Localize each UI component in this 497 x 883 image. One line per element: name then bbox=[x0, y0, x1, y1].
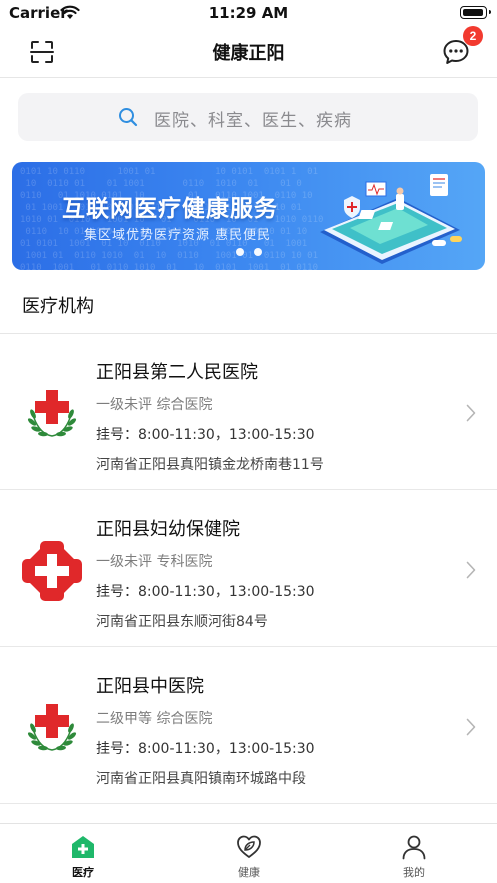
tab-bar: 医疗 健康 我的 bbox=[0, 823, 497, 883]
tab-label: 我的 bbox=[403, 866, 425, 879]
tab-health[interactable]: 健康 bbox=[166, 824, 332, 883]
pagination-dot[interactable] bbox=[236, 248, 244, 256]
banner-title: 互联网医疗健康服务 bbox=[62, 196, 278, 222]
message-badge: 2 bbox=[463, 26, 483, 46]
tab-label: 医疗 bbox=[72, 866, 94, 879]
red-flower-cross-logo bbox=[22, 541, 82, 601]
hospital-hours: 挂号：8:00-11:30，13:00-15:30 bbox=[96, 584, 315, 600]
person-icon bbox=[402, 835, 426, 860]
tab-mine[interactable]: 我的 bbox=[331, 824, 497, 883]
status-time: 11:29 AM bbox=[208, 4, 289, 22]
hospital-name: 正阳县第二人民医院 bbox=[96, 362, 258, 383]
nav-bar: 健康正阳 2 bbox=[0, 26, 497, 78]
red-cross-wreath-logo bbox=[27, 704, 77, 751]
banner-subtitle: 集区域优势医疗资源 惠民便民 bbox=[84, 228, 272, 243]
hospital-level: 一级未评 专科医院 bbox=[96, 554, 213, 570]
heart-leaf-icon bbox=[237, 835, 261, 858]
search-placeholder: 医院、科室、医生、疾病 bbox=[154, 111, 352, 131]
search-icon bbox=[119, 108, 138, 127]
hospital-address: 河南省正阳县东顺河街84号 bbox=[96, 614, 268, 630]
hospital-level: 一级未评 综合医院 bbox=[96, 397, 213, 413]
hospital-name: 正阳县妇幼保健院 bbox=[96, 519, 240, 540]
hospital-list-item[interactable]: 正阳县第二人民医院 一级未评 综合医院 挂号：8:00-11:30，13:00-… bbox=[0, 334, 497, 490]
search-bar[interactable]: 医院、科室、医生、疾病 bbox=[18, 93, 478, 141]
page-title: 健康正阳 bbox=[212, 43, 285, 64]
hospital-list-item[interactable]: 正阳县中医院 二级甲等 综合医院 挂号：8:00-11:30，13:00-15:… bbox=[0, 648, 497, 804]
section-title: 医疗机构 bbox=[22, 296, 94, 317]
red-cross-wreath-logo bbox=[27, 390, 77, 437]
hospital-level: 二级甲等 综合医院 bbox=[96, 711, 213, 727]
chevron-right-icon bbox=[466, 718, 476, 736]
hospital-house-icon bbox=[72, 836, 94, 858]
chevron-right-icon bbox=[466, 404, 476, 422]
hospital-address: 河南省正阳县真阳镇南环城路中段 bbox=[96, 771, 306, 787]
hospital-list-item[interactable]: 正阳县妇幼保健院 一级未评 专科医院 挂号：8:00-11:30，13:00-1… bbox=[0, 491, 497, 647]
tab-label: 健康 bbox=[238, 866, 260, 879]
pagination-dot[interactable] bbox=[254, 248, 262, 256]
phone-medical-illustration bbox=[320, 174, 462, 264]
hospital-hours: 挂号：8:00-11:30，13:00-15:30 bbox=[96, 427, 315, 443]
tab-medical[interactable]: 医疗 bbox=[0, 824, 166, 883]
status-bar: Carrier 11:29 AM bbox=[0, 0, 497, 26]
hospital-hours: 挂号：8:00-11:30，13:00-15:30 bbox=[96, 741, 315, 757]
hospital-address: 河南省正阳县真阳镇金龙桥南巷11号 bbox=[96, 457, 324, 473]
battery-icon bbox=[460, 6, 491, 19]
promo-banner[interactable]: 0101 10 0110 1001 01 10 0101 0101 1 01 1… bbox=[12, 162, 485, 270]
hospital-name: 正阳县中医院 bbox=[96, 676, 204, 697]
chevron-right-icon bbox=[466, 561, 476, 579]
